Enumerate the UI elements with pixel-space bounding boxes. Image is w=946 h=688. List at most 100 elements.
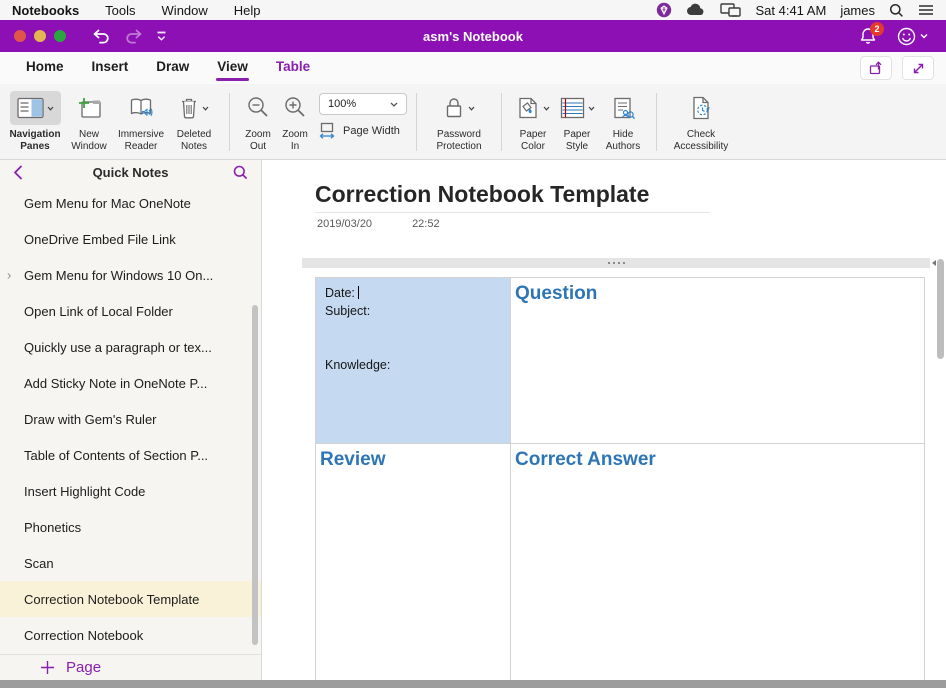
ribbon-tab[interactable]: Insert <box>78 52 143 84</box>
share-button[interactable] <box>860 56 892 80</box>
ribbon-tab[interactable]: Home <box>12 52 78 84</box>
redo-icon[interactable] <box>124 29 143 44</box>
page-list-item[interactable]: › Phonetics <box>0 509 261 545</box>
menubar-menu-item[interactable]: Help <box>234 3 261 18</box>
ribbon-divider <box>501 93 502 151</box>
note-container-handle[interactable] <box>302 258 930 268</box>
table-cell-info[interactable]: Date: Subject: Knowledge: <box>316 278 511 444</box>
page-list-item[interactable]: › Table of Contents of Section P... <box>0 437 261 473</box>
ribbon-tab[interactable]: Draw <box>142 52 203 84</box>
table-cell-question[interactable]: Question <box>511 278 924 444</box>
page-item-label: Scan <box>24 556 54 571</box>
sidebar-scrollbar[interactable] <box>252 305 258 645</box>
ribbon-tab[interactable]: Table <box>262 52 324 84</box>
titlebar-actions: 2 <box>859 27 932 46</box>
pages-sidebar: Quick Notes › Gem Menu for Mac OneNote ›… <box>0 160 262 680</box>
page-list-item[interactable]: › Add Sticky Note in OneNote P... <box>0 365 261 401</box>
page-list-item[interactable]: › Insert Highlight Code <box>0 473 261 509</box>
zoom-window-button[interactable] <box>54 30 66 42</box>
page-list-item[interactable]: › Correction Notebook <box>0 617 261 653</box>
notification-center-icon[interactable] <box>918 4 934 16</box>
undo-icon[interactable] <box>92 29 111 44</box>
paper-style-icon <box>560 97 585 119</box>
menubar-clock[interactable]: Sat 4:41 AM <box>755 3 826 18</box>
paper-color-icon <box>516 96 540 120</box>
add-page-label: Page <box>66 659 101 676</box>
table-cell-review[interactable]: Review <box>316 444 511 680</box>
page-item-label: Correction Notebook <box>24 628 143 643</box>
password-protection-button[interactable]: Password Protection <box>426 91 492 152</box>
fullscreen-button[interactable] <box>902 56 934 80</box>
lock-icon <box>443 96 465 120</box>
minimize-window-button[interactable] <box>34 30 46 42</box>
new-window-button[interactable]: New Window <box>64 91 114 152</box>
notification-badge: 2 <box>870 22 884 36</box>
zoom-out-button[interactable]: Zoom Out <box>239 91 277 152</box>
page-list-item[interactable]: › Draw with Gem's Ruler <box>0 401 261 437</box>
table-cell-correct-answer[interactable]: Correct Answer <box>511 444 924 680</box>
page-list-item[interactable]: › Gem Menu for Windows 10 On... <box>0 257 261 293</box>
menubar-menu-item[interactable]: Window <box>162 3 208 18</box>
zoom-level-select[interactable]: 100% <box>319 93 407 115</box>
page-item-label: Phonetics <box>24 520 81 535</box>
feedback-smiley-icon[interactable] <box>897 27 928 46</box>
text-cursor <box>358 286 359 299</box>
menubar-menu-item[interactable]: Tools <box>105 3 135 18</box>
zoom-in-icon <box>283 96 307 120</box>
page-list-item[interactable]: › Gem Menu for Mac OneNote <box>0 185 261 221</box>
page-date: 2019/03/20 <box>317 218 372 230</box>
page-list-item[interactable]: › OneDrive Embed File Link <box>0 221 261 257</box>
hide-authors-icon <box>611 96 635 120</box>
quick-access-toolbar <box>92 29 167 44</box>
menubar-user[interactable]: james <box>840 3 875 18</box>
page-title[interactable]: Correction Notebook Template <box>315 181 649 208</box>
ribbon-divider <box>656 93 657 151</box>
check-accessibility-button[interactable]: Check Accessibility <box>666 91 736 152</box>
title-divider <box>315 212 710 213</box>
notifications-bell-icon[interactable]: 2 <box>859 27 877 45</box>
ribbon-divider <box>416 93 417 151</box>
page-width-icon <box>319 122 336 139</box>
close-window-button[interactable] <box>14 30 26 42</box>
displays-icon[interactable] <box>720 3 741 18</box>
search-icon[interactable] <box>233 165 248 180</box>
subject-label: Subject: <box>325 302 501 320</box>
zoom-in-button[interactable]: Zoom In <box>277 91 313 152</box>
deleted-notes-button[interactable]: Deleted Notes <box>168 91 220 152</box>
correction-table: Date: Subject: Knowledge: Question Revie… <box>315 277 925 680</box>
chevron-down-icon <box>920 33 928 39</box>
note-page: Correction Notebook Template 2019/03/20 … <box>262 160 946 680</box>
paper-style-button[interactable]: Paper Style <box>555 91 599 152</box>
window-titlebar: asm's Notebook 2 <box>0 20 946 52</box>
page-width-button[interactable]: Page Width <box>319 122 407 139</box>
section-title: Quick Notes <box>93 165 169 180</box>
page-item-label: Gem Menu for Windows 10 On... <box>24 268 213 283</box>
customize-toolbar-icon[interactable] <box>156 31 167 42</box>
ribbon-tabs: HomeInsert Draw ViewTable <box>12 52 324 84</box>
hide-authors-button[interactable]: Hide Authors <box>599 91 647 152</box>
back-button[interactable] <box>13 165 23 180</box>
add-page-button[interactable]: Page <box>0 654 261 680</box>
ribbon-tab[interactable]: View <box>203 52 262 84</box>
page-list-item[interactable]: › Quickly use a paragraph or tex... <box>0 329 261 365</box>
immersive-reader-button[interactable]: Immersive Reader <box>114 91 168 152</box>
page-item-label: OneDrive Embed File Link <box>24 232 176 247</box>
cloud-icon[interactable] <box>686 3 706 17</box>
page-list: › Gem Menu for Mac OneNote › OneDrive Em… <box>0 185 261 654</box>
spotlight-search-icon[interactable] <box>889 3 904 18</box>
navigation-panes-button[interactable]: Navigation Panes <box>6 91 64 152</box>
page-item-label: Quickly use a paragraph or tex... <box>24 340 212 355</box>
ribbon-tab-label: Draw <box>156 59 189 74</box>
page-item-label: Correction Notebook Template <box>24 592 199 607</box>
page-scrollbar[interactable] <box>937 259 944 359</box>
gem-icon[interactable] <box>656 2 672 18</box>
page-list-item[interactable]: › Open Link of Local Folder <box>0 293 261 329</box>
page-list-item[interactable]: › Correction Notebook Template <box>0 581 261 617</box>
page-item-label: Draw with Gem's Ruler <box>24 412 157 427</box>
menubar-status-area: Sat 4:41 AM james <box>656 2 934 18</box>
button-label: Zoom Out <box>239 129 277 152</box>
menubar-menu-item[interactable]: Notebooks <box>12 3 79 18</box>
page-list-item[interactable]: › Scan <box>0 545 261 581</box>
chevron-right-icon[interactable]: › <box>7 268 11 283</box>
paper-color-button[interactable]: Paper Color <box>511 91 555 152</box>
